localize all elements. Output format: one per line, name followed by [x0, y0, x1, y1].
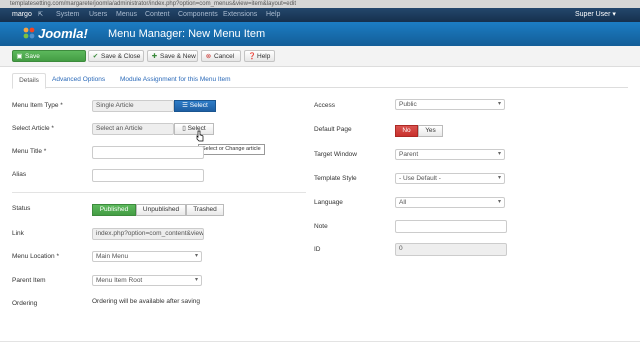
check-icon: ✔	[92, 53, 99, 60]
page-title: Menu Manager: New Menu Item	[108, 28, 266, 40]
link-label: Link	[12, 230, 24, 237]
joomla-logo: Joomla!	[38, 26, 88, 41]
nav-extensions[interactable]: Extensions	[223, 8, 257, 22]
parent-item-label: Parent Item	[12, 277, 46, 284]
section-divider	[12, 192, 306, 193]
hand-cursor-icon	[196, 130, 204, 142]
tab-details[interactable]: Details	[12, 73, 46, 89]
parent-item-select[interactable]: Menu Item Root	[92, 275, 202, 286]
menu-location-select[interactable]: Main Menu	[92, 251, 202, 262]
tab-advanced-options[interactable]: Advanced Options	[52, 73, 105, 87]
cancel-button[interactable]: ⊗ Cancel	[201, 50, 241, 62]
site-name-link[interactable]: margo	[12, 8, 32, 22]
menu-title-label: Menu Title *	[12, 148, 47, 155]
cancel-icon: ⊗	[205, 53, 212, 60]
default-page-label: Default Page	[314, 126, 352, 133]
plus-icon: ✚	[151, 53, 158, 60]
status-unpublished-button[interactable]: Unpublished	[136, 204, 186, 216]
note-input[interactable]	[395, 220, 507, 233]
status-label: Status	[12, 205, 31, 212]
list-icon: ☰	[182, 102, 188, 109]
nav-help[interactable]: Help	[266, 8, 280, 22]
save-close-button[interactable]: ✔ Save & Close	[88, 50, 144, 62]
joomla-logo-icon	[23, 27, 35, 39]
external-link-icon[interactable]: ⇱	[38, 8, 43, 22]
menu-item-type-label: Menu Item Type *	[12, 102, 63, 109]
template-style-label: Template Style	[314, 175, 357, 182]
nav-users[interactable]: Users	[89, 8, 107, 22]
save-button[interactable]: ▣ Save	[12, 50, 86, 62]
alias-label: Alias	[12, 171, 27, 178]
menu-item-type-field: Single Article	[92, 100, 174, 112]
select-menu-type-button[interactable]: ☰ Select	[174, 100, 216, 112]
default-page-no-button[interactable]: No	[395, 125, 418, 137]
ordering-note: Ordering will be available after saving	[92, 298, 201, 305]
select-article-tooltip: Select or Change article	[198, 144, 265, 155]
browser-url[interactable]: templatesetting.com/margarete/joomla/adm…	[10, 0, 296, 8]
help-icon: ❓	[248, 53, 257, 60]
nav-content[interactable]: Content	[145, 8, 170, 22]
language-label: Language	[314, 199, 343, 206]
tab-module-assignment[interactable]: Module Assignment for this Menu Item	[120, 73, 231, 87]
file-icon: ▯	[182, 125, 186, 132]
nav-menus[interactable]: Menus	[116, 8, 137, 22]
menu-title-input[interactable]	[92, 146, 204, 159]
status-published-button[interactable]: Published	[92, 204, 136, 216]
language-select[interactable]: All	[395, 197, 505, 208]
link-field: index.php?option=com_content&view	[92, 228, 204, 240]
target-window-label: Target Window	[314, 151, 357, 158]
user-menu[interactable]: Super User ▾	[575, 8, 616, 22]
tabs-divider	[12, 87, 628, 88]
access-select[interactable]: Public	[395, 99, 505, 110]
ordering-label: Ordering	[12, 300, 38, 307]
template-style-select[interactable]: - Use Default -	[395, 173, 505, 184]
select-article-field: Select an Article	[92, 123, 174, 135]
menu-location-label: Menu Location *	[12, 253, 59, 260]
nav-components[interactable]: Components	[178, 8, 218, 22]
floppy-icon: ▣	[16, 53, 23, 60]
page-header: Joomla! Menu Manager: New Menu Item	[0, 22, 640, 46]
help-button[interactable]: ❓Help	[244, 50, 275, 62]
status-trashed-button[interactable]: Trashed	[186, 204, 224, 216]
default-page-yes-button[interactable]: Yes	[418, 125, 443, 137]
select-article-label: Select Article *	[12, 125, 54, 132]
admin-top-nav: margo ⇱ System Users Menus Content Compo…	[0, 8, 640, 22]
id-field: 0	[395, 243, 507, 256]
target-window-select[interactable]: Parent	[395, 149, 505, 160]
access-label: Access	[314, 102, 335, 109]
note-label: Note	[314, 223, 328, 230]
select-article-button[interactable]: ▯ Select	[174, 123, 214, 135]
nav-system[interactable]: System	[56, 8, 79, 22]
footer-divider	[0, 341, 640, 342]
save-new-button[interactable]: ✚ Save & New	[147, 50, 198, 62]
id-label: ID	[314, 246, 321, 253]
alias-input[interactable]	[92, 169, 204, 182]
